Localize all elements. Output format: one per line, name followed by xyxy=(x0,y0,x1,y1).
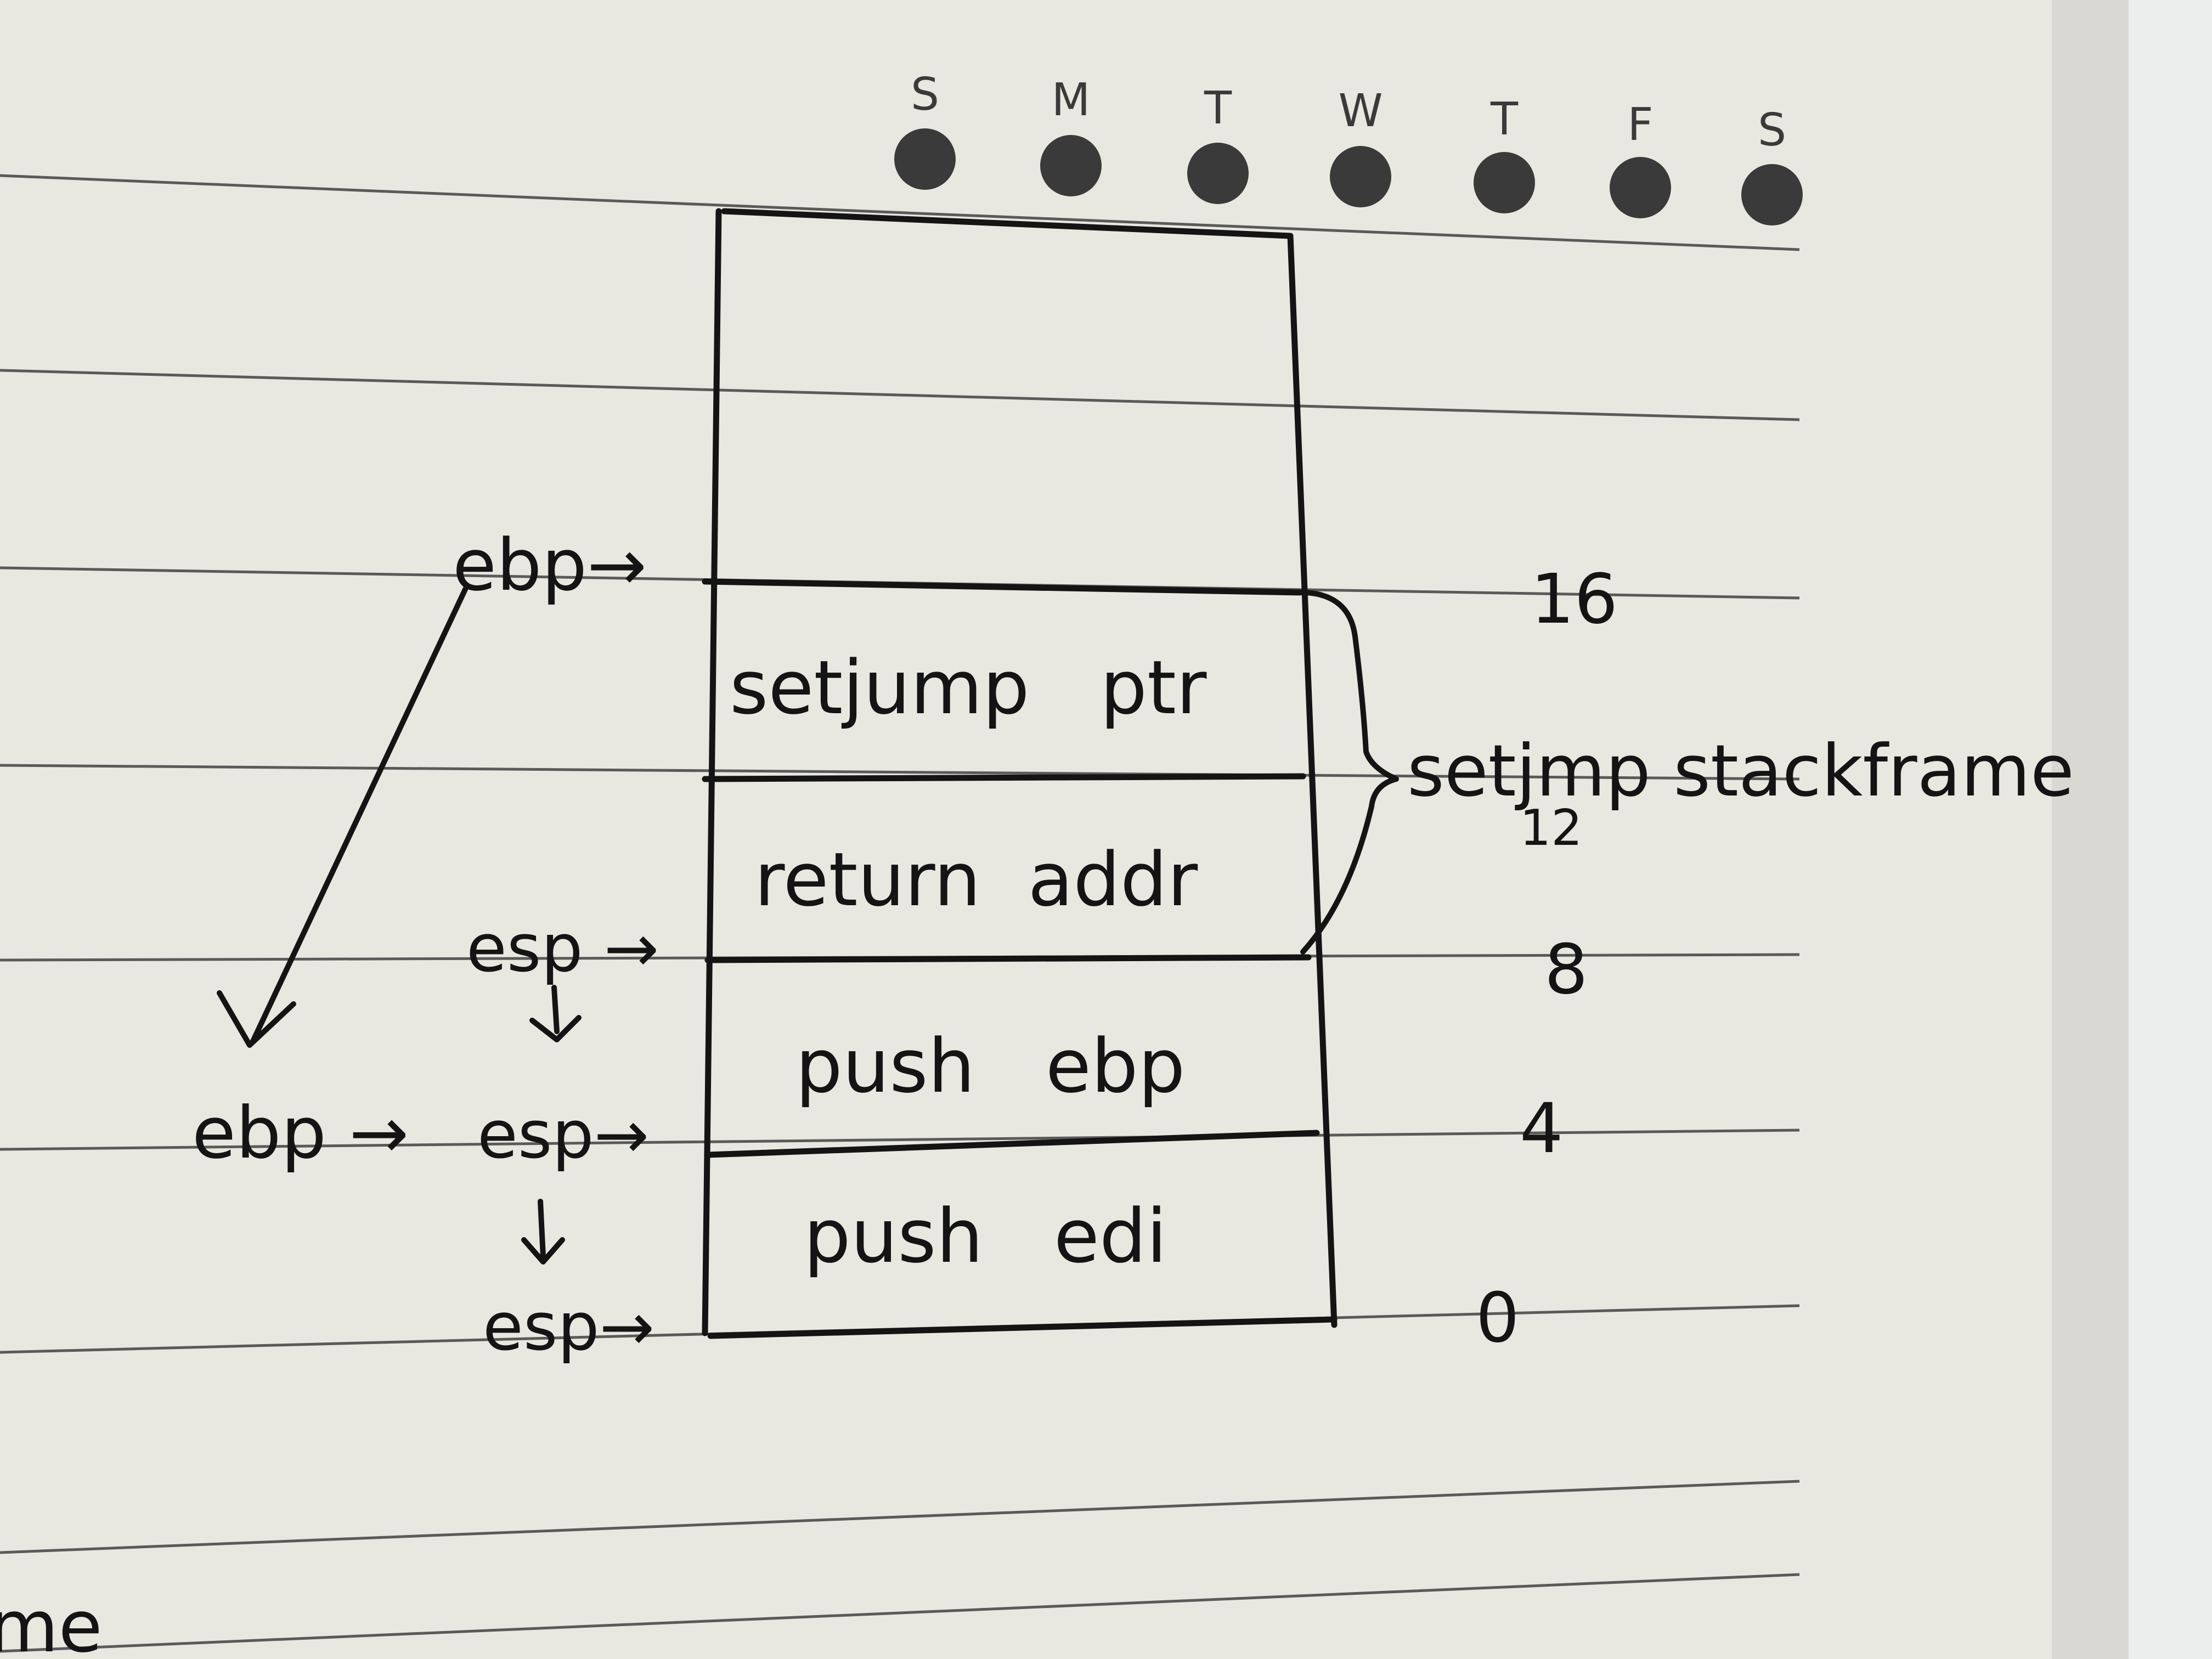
stack-cell-return-addr: return addr xyxy=(754,837,1198,923)
brace-label: setjmp stackframe xyxy=(1407,729,2074,812)
corner-text: me xyxy=(0,1585,103,1659)
weekday-dot xyxy=(1040,135,1102,196)
weekday-dot xyxy=(1330,146,1391,207)
desk-background xyxy=(2129,0,2212,1659)
page-edge-shadow xyxy=(2052,0,2129,1659)
weekday-dot xyxy=(894,128,956,190)
esp-down-arrow-1 xyxy=(551,985,560,1034)
esp-low-pointer: esp→ xyxy=(477,1097,649,1173)
notebook-page: S M T W T F S setjump ptr return addr pu… xyxy=(0,0,2212,1659)
stack-divider-12 xyxy=(702,773,1306,782)
paper-background xyxy=(0,0,2212,1659)
esp-down-arrow-2 xyxy=(538,1199,546,1259)
weekday-label: M xyxy=(1052,74,1091,126)
stack-cell-push-edi: push edi xyxy=(804,1193,1167,1279)
weekday-dot xyxy=(1741,164,1803,225)
ebp-top-pointer: ebp→ xyxy=(453,523,647,607)
weekday-dot xyxy=(1187,143,1249,204)
offset-16: 16 xyxy=(1531,560,1618,639)
esp-bottom-pointer: esp→ xyxy=(483,1289,654,1365)
weekday-label: T xyxy=(1490,93,1519,145)
weekday-label: S xyxy=(1758,104,1786,156)
offset-0: 0 xyxy=(1476,1278,1520,1358)
stack-cell-setjump-ptr: setjump ptr xyxy=(730,645,1207,731)
offset-12: 12 xyxy=(1520,799,1583,857)
offset-4: 4 xyxy=(1520,1089,1564,1169)
offset-8: 8 xyxy=(1544,930,1588,1009)
weekday-dot xyxy=(1474,152,1535,213)
weekday-dot xyxy=(1610,157,1671,218)
weekday-label: S xyxy=(911,69,939,121)
stack-cell-push-ebp: push ebp xyxy=(795,1023,1185,1109)
ebp-low-pointer: ebp → xyxy=(192,1091,409,1175)
stack-divider-8 xyxy=(704,954,1312,963)
weekday-label: W xyxy=(1338,85,1383,137)
weekday-label: F xyxy=(1627,99,1653,151)
weekday-label: T xyxy=(1204,82,1232,134)
esp-mid-pointer: esp → xyxy=(466,911,659,987)
